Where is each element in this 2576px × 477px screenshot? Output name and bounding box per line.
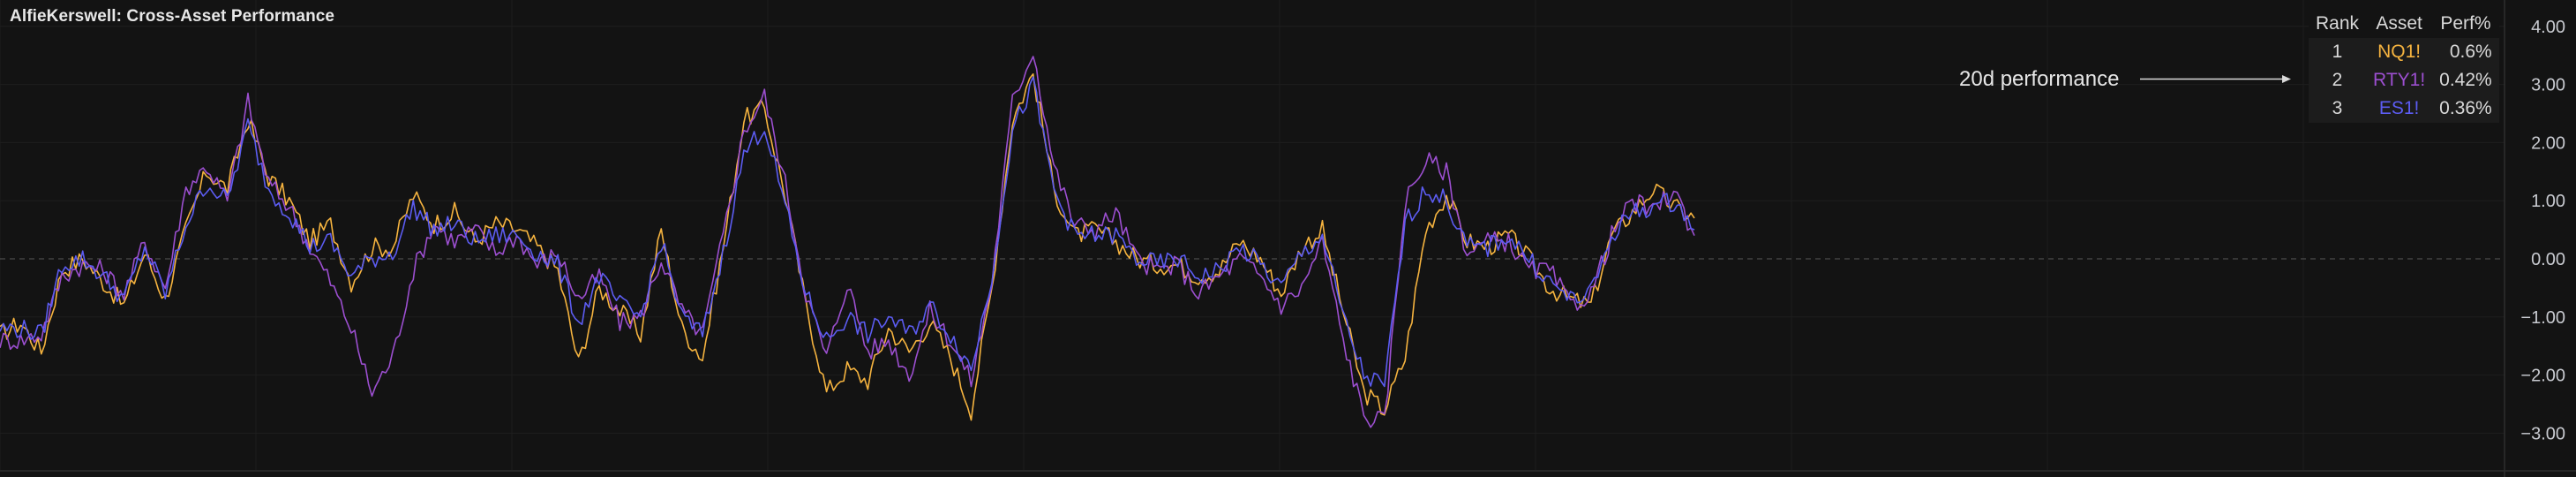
asset-cell: NQ1! <box>2366 38 2433 66</box>
chart-title: AlfieKerswell: Cross-Asset Performance <box>10 7 335 26</box>
annotation-label: 20d performance <box>1959 67 2120 91</box>
y-tick-label: −2.00 <box>2520 367 2565 386</box>
table-row: 1 NQ1! 0.6% <box>2309 38 2499 66</box>
y-tick-label: 1.00 <box>2531 192 2565 211</box>
table-row: 2 RTY1! 0.42% <box>2309 66 2499 95</box>
y-tick-label: 0.00 <box>2531 250 2565 269</box>
header-asset: Asset <box>2366 11 2433 38</box>
y-tick-label: −1.00 <box>2520 308 2565 328</box>
performance-table: Rank Asset Perf% 1 NQ1! 0.6% 2 RTY1! 0.4… <box>2309 11 2499 123</box>
table-header-row: Rank Asset Perf% <box>2309 11 2499 38</box>
annotation-arrow <box>2140 75 2291 83</box>
price-axis: 4.00 3.00 2.00 1.00 0.00 −1.00 −2.00 −3.00 <box>0 0 2576 477</box>
grid-lines <box>0 0 2505 470</box>
asset-cell: ES1! <box>2366 95 2433 123</box>
y-tick-label: −3.00 <box>2520 424 2565 443</box>
rank-cell: 1 <box>2309 38 2367 66</box>
perf-cell: 0.6% <box>2432 38 2499 66</box>
perf-cell: 0.36% <box>2432 95 2499 123</box>
y-tick-label: 4.00 <box>2531 18 2565 37</box>
rank-cell: 3 <box>2309 95 2367 123</box>
asset-cell: RTY1! <box>2366 66 2433 95</box>
table-row: 3 ES1! 0.36% <box>2309 95 2499 123</box>
series-lines <box>0 56 1695 428</box>
rank-cell: 2 <box>2309 66 2367 95</box>
y-tick-label: 2.00 <box>2531 133 2565 153</box>
series-line-rty1 <box>0 56 1695 428</box>
header-perf: Perf% <box>2432 11 2499 38</box>
y-tick-label: 3.00 <box>2531 76 2565 95</box>
header-rank: Rank <box>2309 11 2367 38</box>
series-line-es1 <box>0 76 1695 388</box>
perf-cell: 0.42% <box>2432 66 2499 95</box>
chart-area: 4.00 3.00 2.00 1.00 0.00 −1.00 −2.00 −3.00 <box>0 0 2576 477</box>
